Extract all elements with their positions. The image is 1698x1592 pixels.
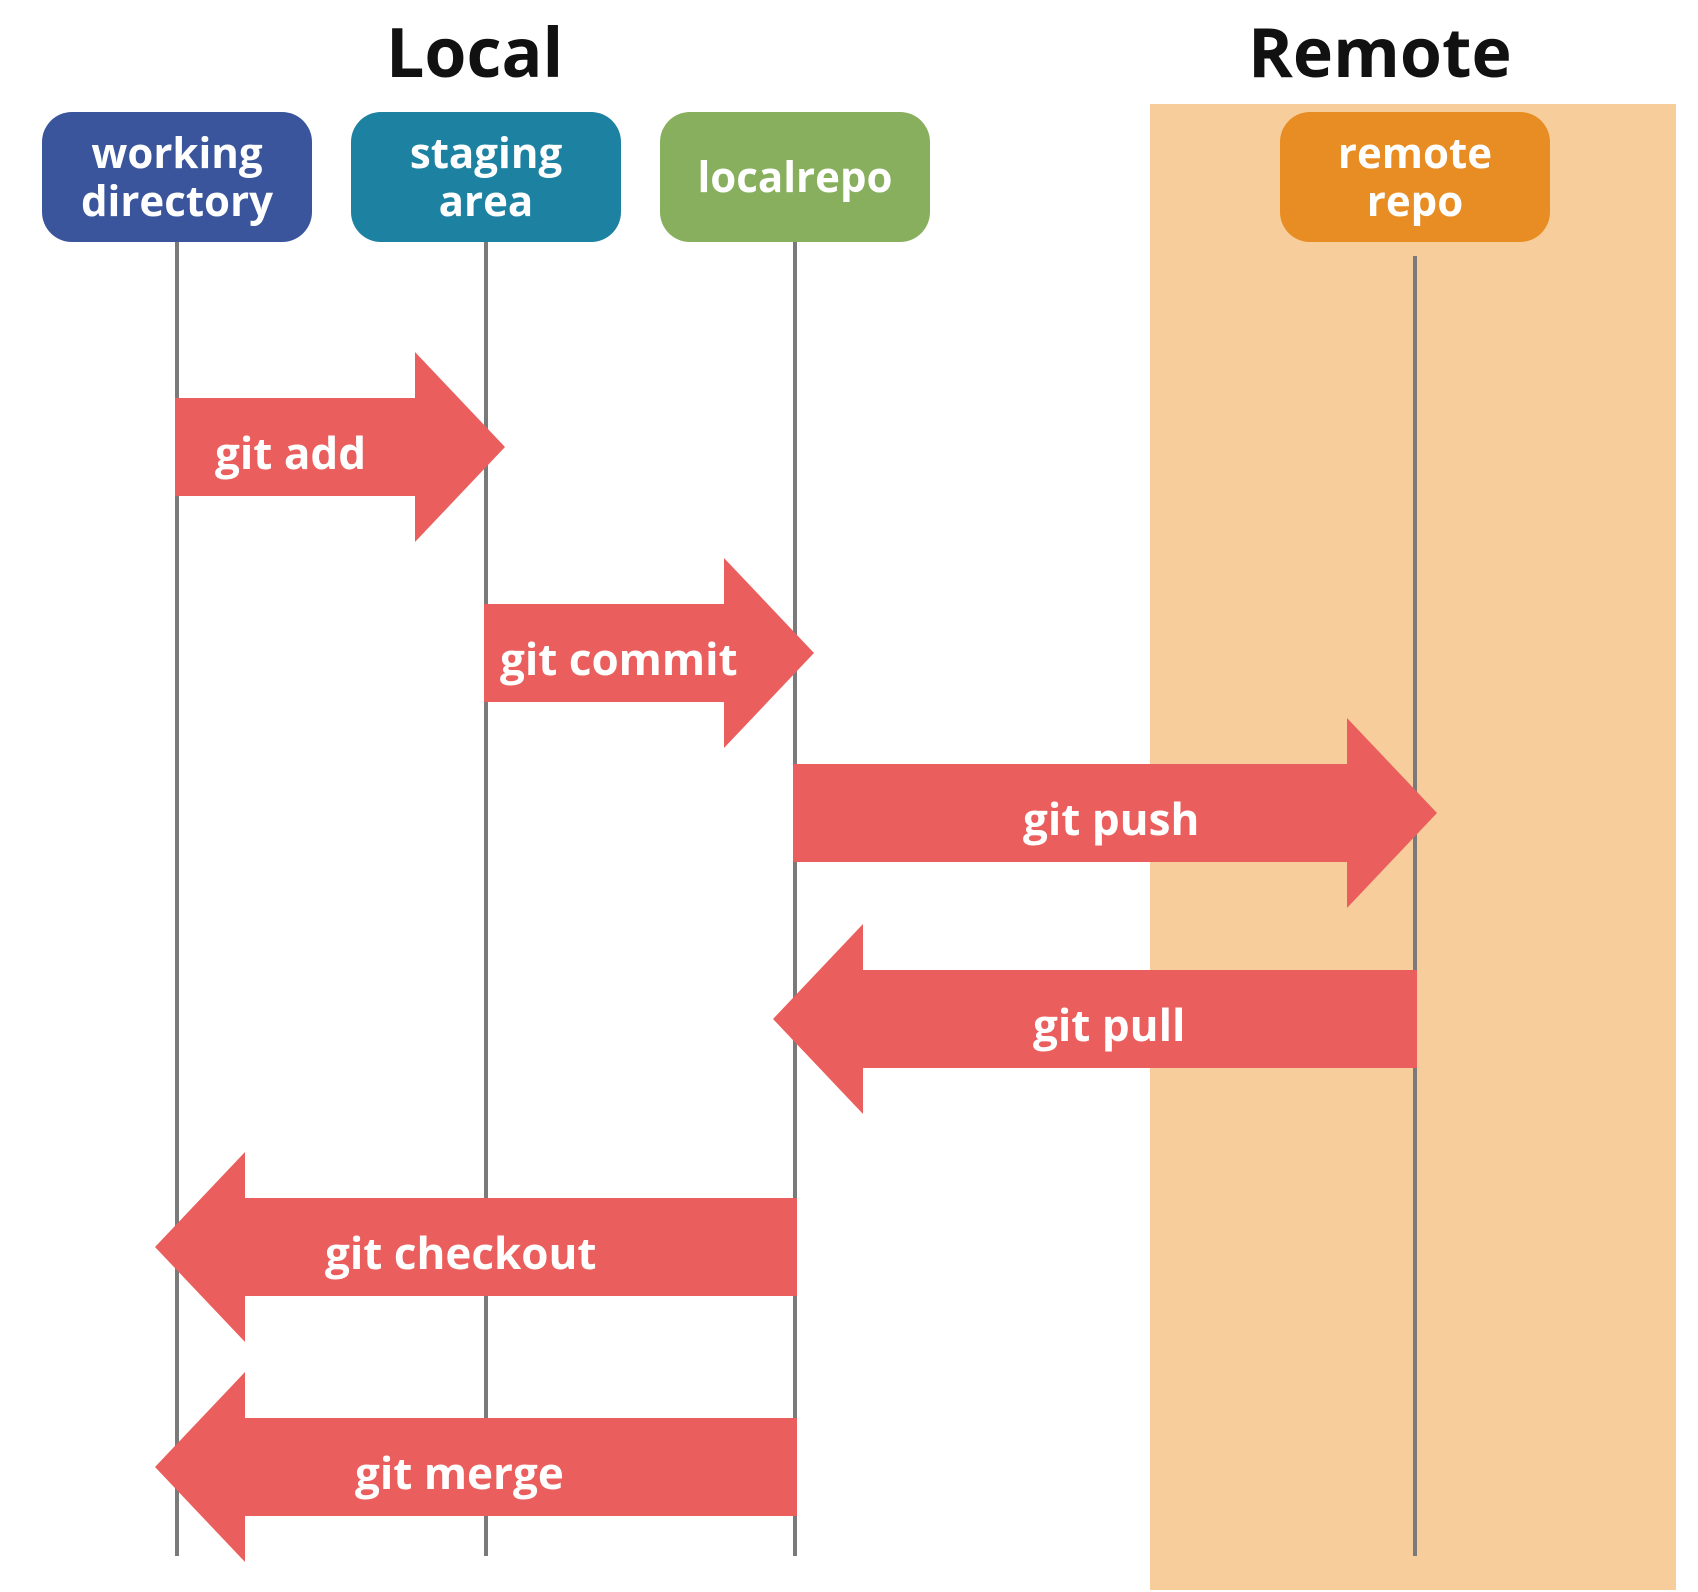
- arrow-git-checkout: git checkout: [155, 1152, 797, 1342]
- arrow-git-push-label: git push: [1023, 788, 1199, 848]
- arrow-git-push: git push: [793, 718, 1437, 908]
- arrow-git-pull: git pull: [773, 924, 1417, 1114]
- header-remote-repo: remote repo: [1280, 112, 1550, 242]
- section-title-local: Local: [386, 4, 563, 97]
- arrow-git-pull-label: git pull: [1033, 994, 1185, 1054]
- arrow-git-commit: git commit: [484, 558, 814, 748]
- arrow-git-add-label: git add: [215, 422, 366, 482]
- arrow-git-checkout-label: git checkout: [325, 1222, 597, 1282]
- arrow-git-add: git add: [175, 352, 505, 542]
- arrow-git-merge-label: git merge: [355, 1442, 564, 1502]
- header-staging-area: staging area: [351, 112, 621, 242]
- header-working-directory: working directory: [42, 112, 312, 242]
- header-localrepo: localrepo: [660, 112, 930, 242]
- section-title-remote: Remote: [1248, 4, 1512, 97]
- arrow-git-merge: git merge: [155, 1372, 797, 1562]
- arrow-git-commit-label: git commit: [500, 628, 738, 688]
